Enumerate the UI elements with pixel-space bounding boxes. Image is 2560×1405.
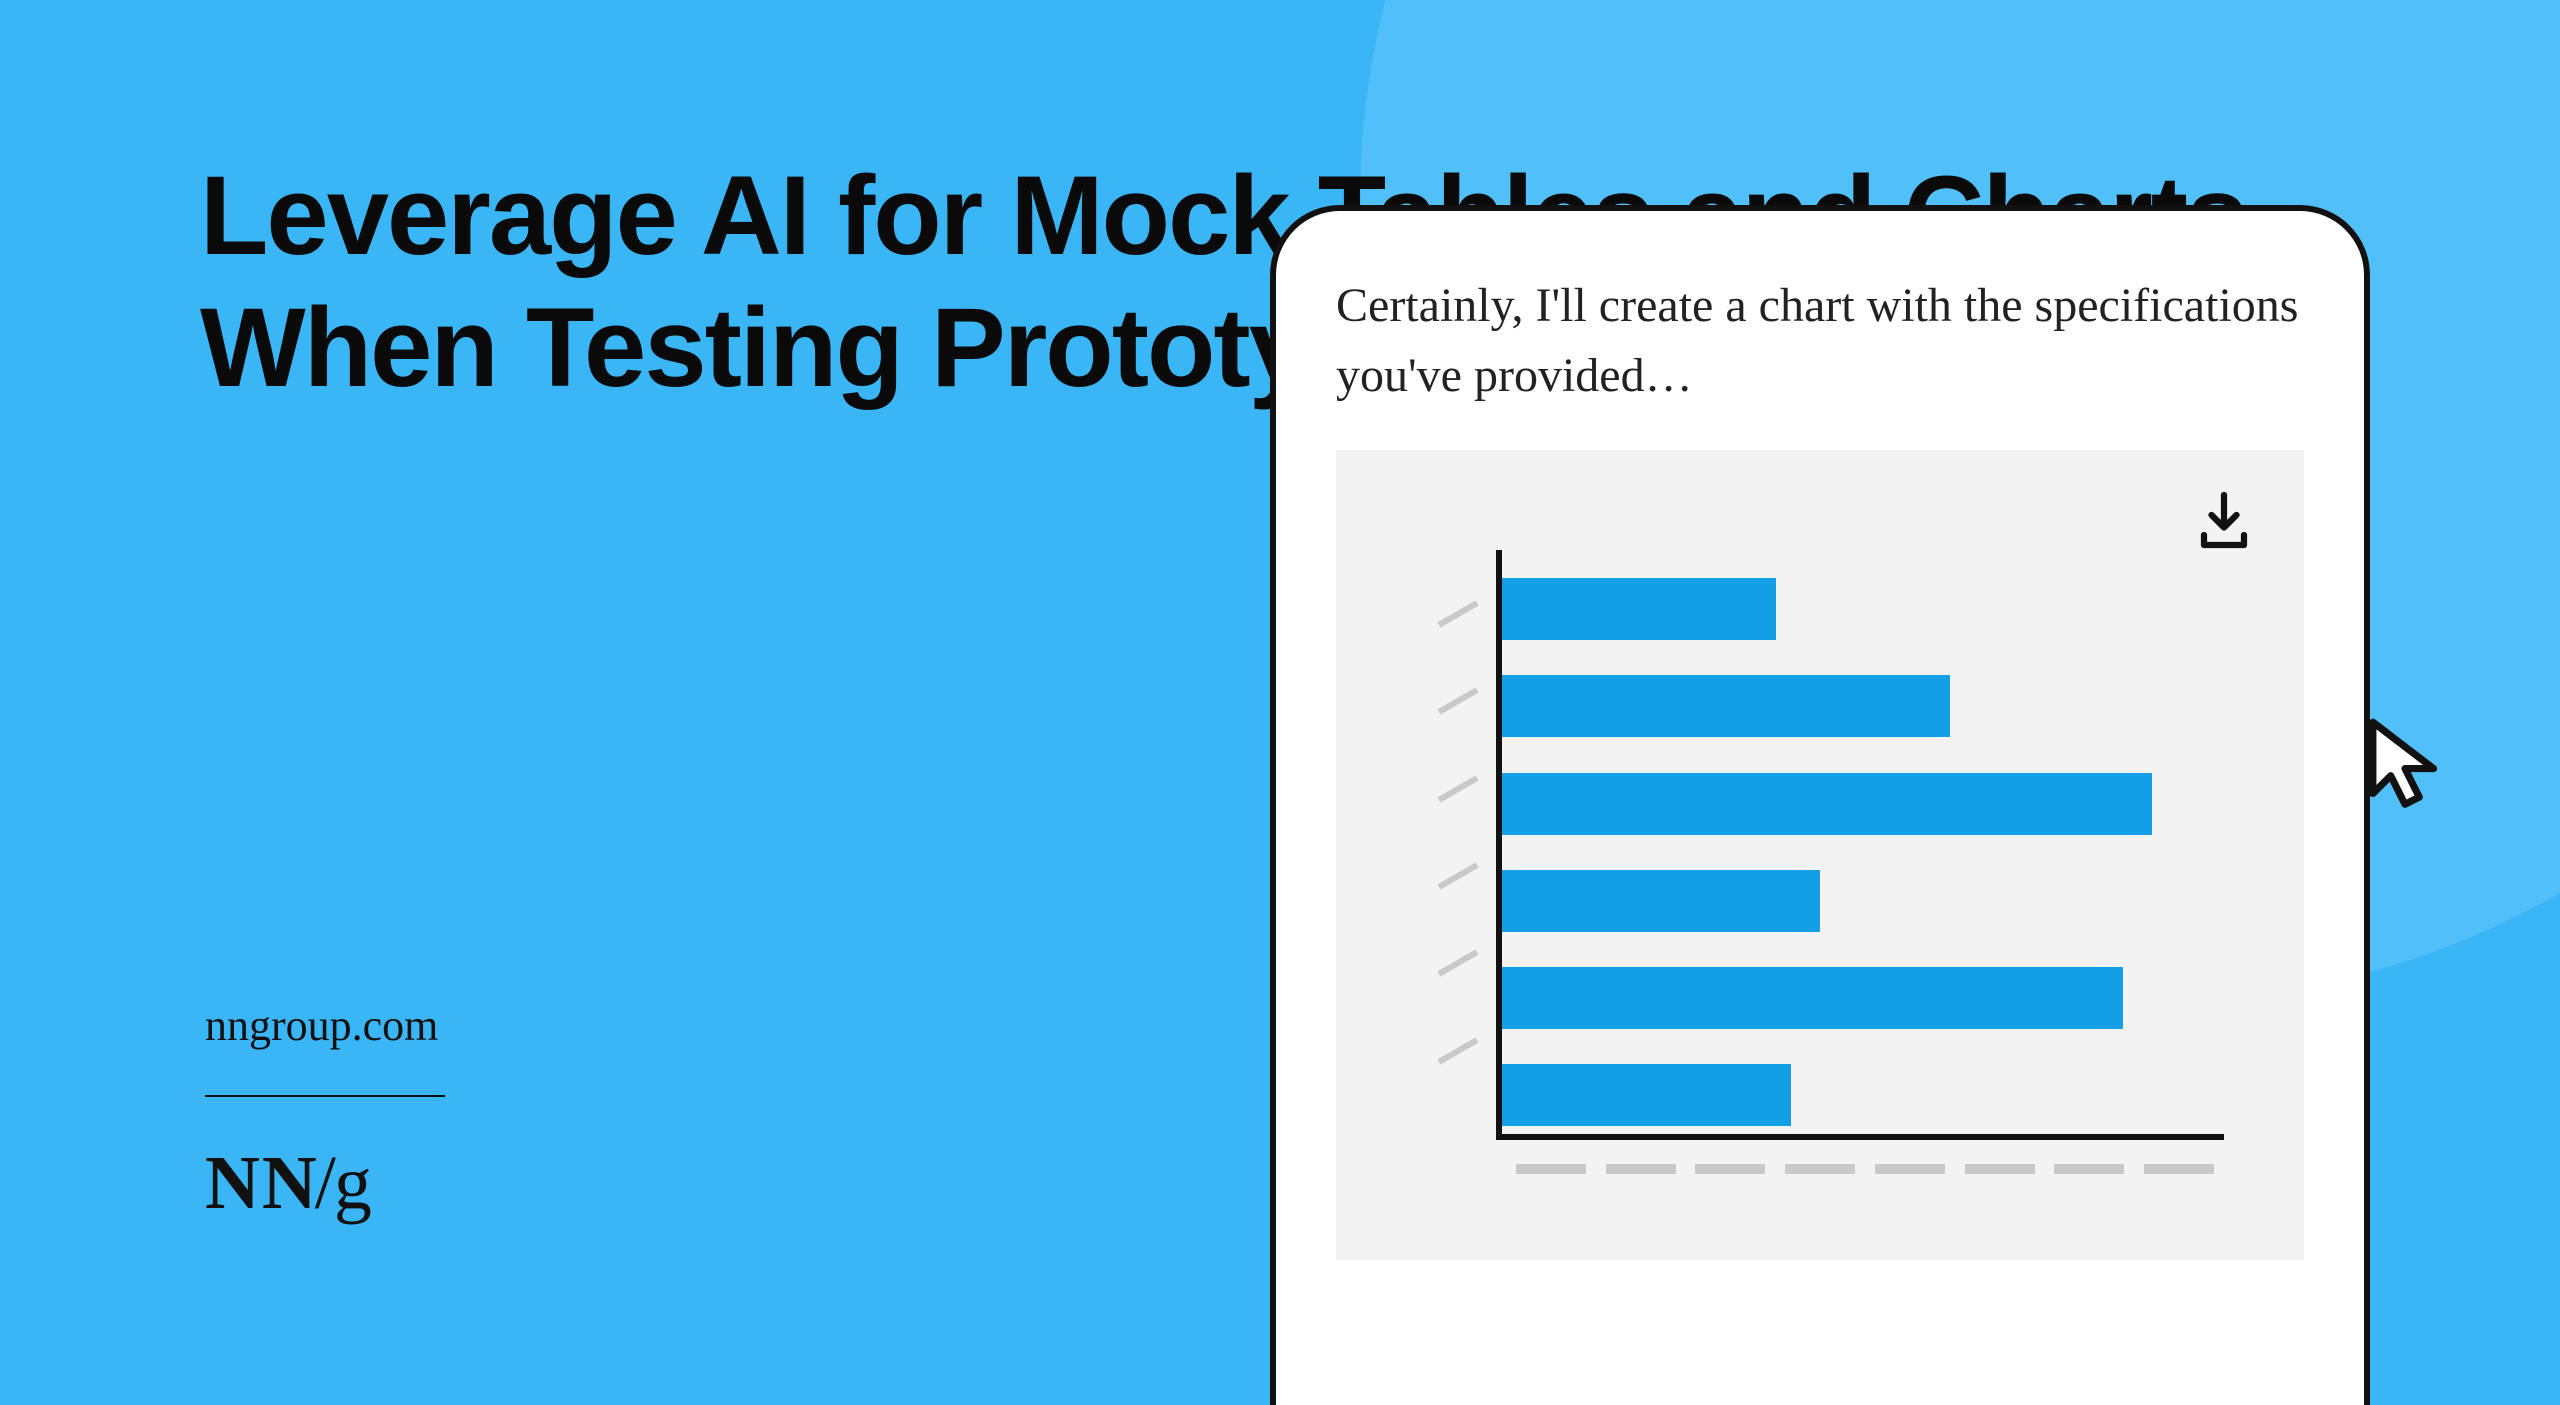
x-tick <box>2054 1164 2124 1174</box>
bar-row <box>1502 773 2224 835</box>
bar <box>1502 578 1776 640</box>
logo-nn: NN <box>205 1141 319 1225</box>
bar-row <box>1502 1064 2224 1126</box>
y-tick <box>1437 1037 1478 1064</box>
nng-logo: NN/g <box>205 1140 374 1227</box>
x-tick <box>1516 1164 1586 1174</box>
divider <box>205 1095 445 1097</box>
x-tick <box>1965 1164 2035 1174</box>
cursor-icon <box>2360 715 2450 815</box>
x-tick <box>1695 1164 1765 1174</box>
bar-row <box>1502 675 2224 737</box>
y-tick <box>1437 775 1478 802</box>
bar <box>1502 773 2152 835</box>
chart-card <box>1336 450 2304 1260</box>
bar <box>1502 870 1820 932</box>
bar-row <box>1502 967 2224 1029</box>
y-tick <box>1437 688 1478 715</box>
chart-area <box>1436 550 2244 1180</box>
ai-response-text: Certainly, I'll create a chart with the … <box>1336 271 2304 410</box>
y-tick <box>1437 950 1478 977</box>
device-frame: Certainly, I'll create a chart with the … <box>1270 205 2370 1405</box>
site-url: nngroup.com <box>205 1000 438 1051</box>
bar <box>1502 967 2123 1029</box>
bar <box>1502 1064 1791 1126</box>
download-icon[interactable] <box>2194 490 2254 550</box>
bar-row <box>1502 578 2224 640</box>
y-tick <box>1437 862 1478 889</box>
chart-x-axis <box>1496 1134 2224 1140</box>
x-tick <box>2144 1164 2214 1174</box>
x-tick <box>1785 1164 1855 1174</box>
logo-g: g <box>334 1141 374 1225</box>
chart-x-ticks <box>1516 1164 2214 1174</box>
y-tick <box>1437 600 1478 627</box>
bar <box>1502 675 1950 737</box>
x-tick <box>1875 1164 1945 1174</box>
bar-row <box>1502 870 2224 932</box>
x-tick <box>1606 1164 1676 1174</box>
chart-bars <box>1502 570 2224 1134</box>
